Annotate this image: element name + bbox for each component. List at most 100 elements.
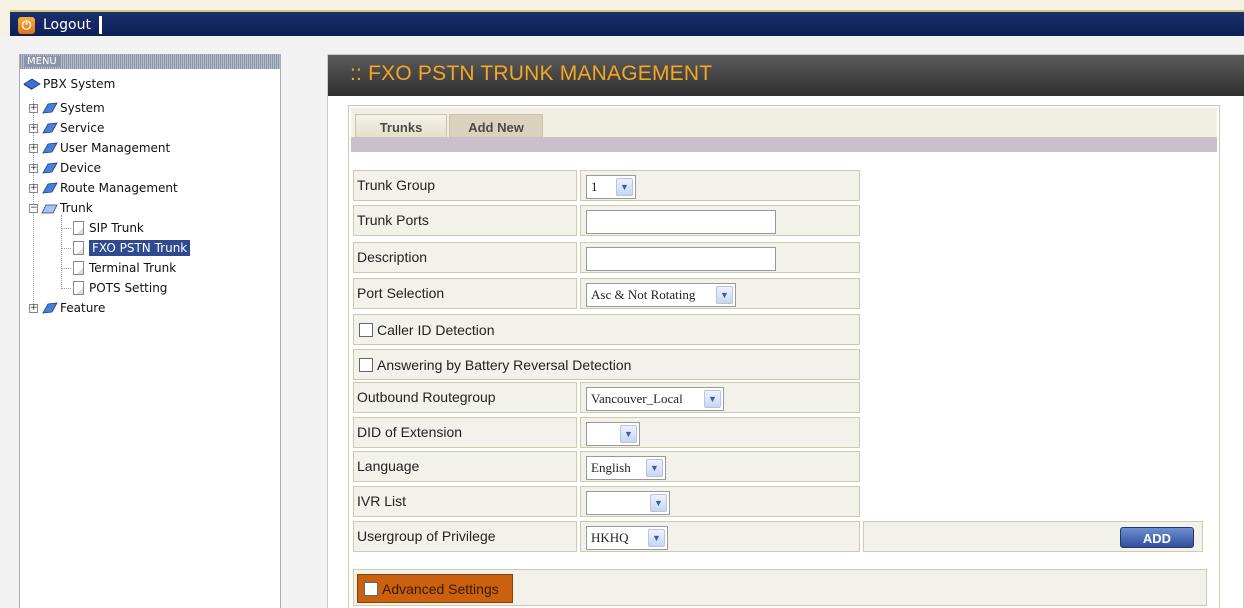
tree-item-label: FXO PSTN Trunk (89, 240, 191, 256)
tabs-underbar (351, 137, 1217, 152)
tree-item-fxo-pstn-trunk[interactable]: FXO PSTN Trunk (73, 238, 191, 258)
trunk-ports-input[interactable] (586, 210, 776, 234)
tree-item-terminal-trunk[interactable]: Terminal Trunk (73, 258, 176, 278)
top-strip: ⏻ Logout (10, 10, 1244, 36)
folder-icon (42, 142, 58, 154)
battery-reversal-row: Answering by Battery Reversal Detection (353, 349, 860, 380)
tree-item-service[interactable]: + Service (29, 118, 104, 138)
tree-guide (61, 215, 62, 289)
tree-item-user-management[interactable]: + User Management (29, 138, 170, 158)
tree-item-label: System (60, 101, 105, 115)
tree-item-pots-setting[interactable]: POTS Setting (73, 278, 167, 298)
tree-item-label: Terminal Trunk (89, 261, 177, 275)
trunk-ports-label: Trunk Ports (353, 205, 577, 236)
trunk-ports-cell (580, 205, 860, 236)
trunk-group-label: Trunk Group (353, 170, 577, 201)
trunk-group-value: 1 (591, 179, 598, 194)
chevron-down-icon: ▼ (620, 425, 637, 443)
expand-icon[interactable]: + (29, 183, 38, 193)
tree-root-label: PBX System (43, 77, 116, 91)
caller-id-row: Caller ID Detection (353, 314, 860, 345)
port-selection-cell: Asc & Not Rotating ▼ (580, 278, 860, 309)
tree-item-label: Route Management (60, 181, 178, 195)
caller-id-label: Caller ID Detection (377, 321, 495, 338)
outbound-routegroup-cell: Vancouver_Local ▼ (580, 382, 860, 413)
advanced-settings-toggle[interactable]: Advanced Settings (357, 574, 513, 603)
advanced-settings-checkbox[interactable] (364, 581, 378, 596)
page-icon (73, 281, 84, 295)
menu-header: MENU (20, 55, 280, 69)
tree-item-label: Device (60, 161, 102, 175)
advanced-settings-row: Advanced Settings (353, 569, 1207, 606)
tree-root[interactable]: PBX System (23, 74, 115, 94)
chevron-down-icon: ▼ (650, 494, 667, 512)
power-icon: ⏻ (18, 16, 35, 34)
caller-id-checkbox[interactable] (359, 322, 373, 337)
tree-item-route-management[interactable]: + Route Management (29, 178, 178, 198)
tree-item-label: Service (60, 121, 105, 135)
top-bar: ⏻ Logout (0, 0, 1244, 36)
logout-label: Logout (43, 17, 91, 33)
outbound-routegroup-select[interactable]: Vancouver_Local ▼ (586, 387, 724, 411)
add-cell: ADD (863, 521, 1203, 552)
chevron-down-icon: ▼ (646, 459, 663, 477)
outbound-routegroup-label: Outbound Routegroup (353, 382, 577, 413)
expand-icon[interactable]: + (29, 123, 38, 133)
chevron-down-icon: ▼ (716, 286, 733, 304)
port-selection-label: Port Selection (353, 278, 577, 309)
battery-reversal-checkbox[interactable] (359, 357, 373, 372)
language-label: Language (353, 451, 577, 482)
tree-item-sip-trunk[interactable]: SIP Trunk (73, 218, 144, 238)
page-icon (73, 241, 84, 255)
logout-button[interactable]: ⏻ Logout (18, 15, 102, 35)
expand-icon[interactable]: + (29, 143, 38, 153)
page-icon (73, 221, 84, 235)
tree-item-label: SIP Trunk (89, 221, 144, 235)
tree-item-label: Feature (60, 301, 106, 315)
did-extension-label: DID of Extension (353, 417, 577, 448)
page-icon (73, 261, 84, 275)
chevron-down-icon: ▼ (704, 390, 721, 408)
description-input[interactable] (586, 247, 776, 271)
usergroup-privilege-value: HKHQ (591, 530, 629, 545)
page-title: :: FXO PSTN TRUNK MANAGEMENT (350, 62, 713, 85)
tree-guide (61, 248, 71, 249)
tree-item-device[interactable]: + Device (29, 158, 101, 178)
ivr-list-cell: ▼ (580, 486, 860, 517)
ivr-list-select[interactable]: ▼ (586, 491, 670, 515)
chevron-down-icon: ▼ (648, 529, 665, 547)
folder-icon (42, 122, 58, 134)
tree-item-label: User Management (60, 141, 171, 155)
did-extension-cell: ▼ (580, 417, 860, 448)
collapse-icon[interactable]: − (29, 203, 38, 213)
main-panel: :: FXO PSTN TRUNK MANAGEMENT Trunks Add … (327, 54, 1244, 608)
tree-item-system[interactable]: + System (29, 98, 105, 118)
folder-icon (42, 302, 58, 314)
language-select[interactable]: English ▼ (586, 456, 666, 480)
tree-item-feature[interactable]: + Feature (29, 298, 105, 318)
did-extension-select[interactable]: ▼ (586, 422, 640, 446)
tree-guide (61, 228, 71, 229)
tree-item-label: POTS Setting (89, 281, 168, 295)
usergroup-privilege-label: Usergroup of Privilege (353, 521, 577, 552)
trunk-group-cell: 1 ▼ (580, 170, 860, 201)
pbx-system-icon (23, 78, 41, 90)
expand-icon[interactable]: + (29, 303, 38, 313)
expand-icon[interactable]: + (29, 163, 38, 173)
tree-item-label: Trunk (60, 201, 93, 215)
trunk-group-select[interactable]: 1 ▼ (586, 175, 636, 199)
add-button[interactable]: ADD (1120, 527, 1194, 548)
folder-icon (42, 102, 58, 114)
description-label: Description (353, 242, 577, 273)
port-selection-value: Asc & Not Rotating (591, 287, 696, 302)
advanced-settings-label: Advanced Settings (382, 580, 499, 597)
page-title-bar: :: FXO PSTN TRUNK MANAGEMENT (328, 55, 1244, 96)
tree-guide (61, 268, 71, 269)
usergroup-privilege-cell: HKHQ ▼ (580, 521, 860, 552)
expand-icon[interactable]: + (29, 103, 38, 113)
usergroup-privilege-select[interactable]: HKHQ ▼ (586, 526, 668, 550)
language-cell: English ▼ (580, 451, 860, 482)
battery-reversal-label: Answering by Battery Reversal Detection (377, 356, 632, 373)
language-value: English (591, 460, 631, 475)
port-selection-select[interactable]: Asc & Not Rotating ▼ (586, 283, 736, 307)
